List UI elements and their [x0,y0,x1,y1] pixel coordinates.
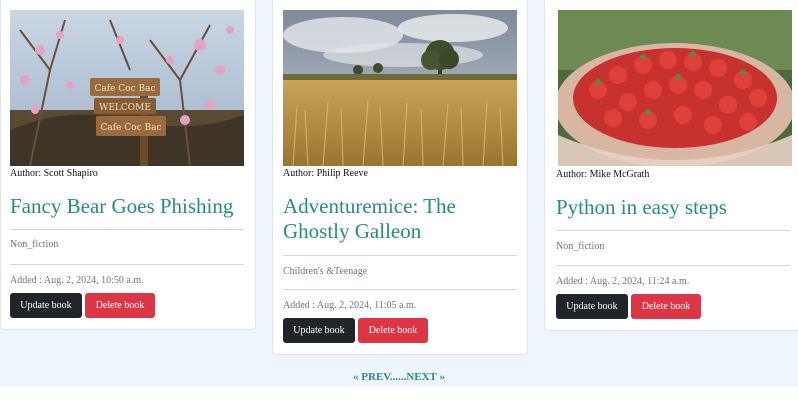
footer-band [0,387,798,402]
book-card: Author: Philip Reeve Adventuremice: The … [272,0,528,355]
pagination: « PREV......NEXT » [0,371,798,383]
book-title: Python in easy steps [556,195,727,219]
pagination-separator: ...... [389,371,407,383]
delete-book-button[interactable]: Delete book [631,294,701,319]
next-page-link[interactable]: NEXT » [406,371,445,383]
book-category: Non_fiction [10,239,59,250]
book-added-date: Added : Aug. 2, 2024, 10:50 a.m. [10,275,144,286]
sign-text-top: Cafe Coc Bac [95,84,156,94]
delete-book-button[interactable]: Delete book [85,293,155,318]
delete-book-button[interactable]: Delete book [358,318,428,343]
sign-text-middle: WELCOME [99,103,151,113]
divider [10,229,244,230]
divider [556,230,790,231]
sign-text-bottom: Cafe Coc Bac [101,123,162,133]
update-book-button[interactable]: Update book [283,318,355,343]
update-book-button[interactable]: Update book [556,294,628,319]
book-category: Non_fiction [556,241,605,252]
book-card: Author: Mike McGrath Python in easy step… [544,0,798,331]
book-title: Adventuremice: The Ghostly Galleon [283,194,456,243]
book-cover-image [558,10,792,166]
book-added-date: Added : Aug. 2, 2024, 11:24 a.m. [556,276,690,287]
book-author: Author: Philip Reeve [283,168,368,179]
book-author: Author: Mike McGrath [556,169,650,180]
divider [283,255,517,256]
divider [283,289,517,290]
book-added-date: Added : Aug. 2, 2024, 11:05 a.m. [283,300,417,311]
book-author: Author: Scott Shapiro [10,168,98,179]
book-category: Children's &Teenage [283,266,368,277]
divider [10,264,244,265]
update-book-button[interactable]: Update book [10,293,82,318]
book-card: Cafe Coc Bac WELCOME Cafe Coc Bac Author… [0,0,256,330]
book-cover-image [283,10,517,166]
divider [556,265,790,266]
book-cover-image: Cafe Coc Bac WELCOME Cafe Coc Bac [10,10,244,166]
book-title: Fancy Bear Goes Phishing [10,194,234,218]
prev-page-link[interactable]: « PREV [353,371,390,383]
